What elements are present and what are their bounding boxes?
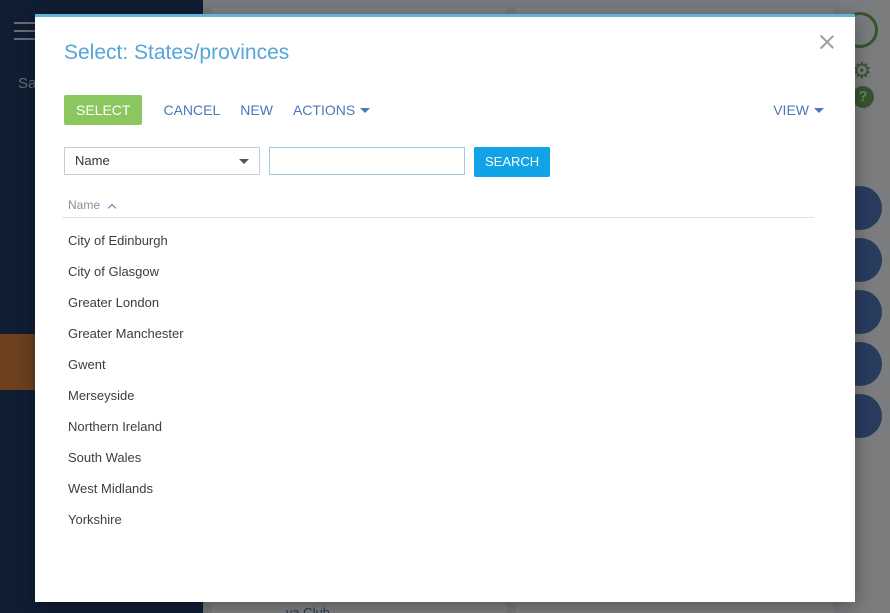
view-menu[interactable]: VIEW	[773, 95, 824, 125]
view-label: VIEW	[773, 102, 809, 118]
list-item[interactable]: Yorkshire	[68, 504, 184, 535]
sort-ascending-icon	[107, 203, 117, 213]
list-item[interactable]: City of Edinburgh	[68, 225, 184, 256]
dialog-toolbar: SELECT CANCEL NEW ACTIONS	[64, 95, 371, 125]
list-item[interactable]: Gwent	[68, 349, 184, 380]
list-item[interactable]: Merseyside	[68, 380, 184, 411]
new-button[interactable]: NEW	[240, 95, 273, 125]
actions-label: ACTIONS	[292, 102, 356, 118]
dialog-title: Select: States/provinces	[64, 41, 290, 64]
list-item[interactable]: Northern Ireland	[68, 411, 184, 442]
cancel-button[interactable]: CANCEL	[163, 95, 220, 125]
list-item[interactable]: South Wales	[68, 442, 184, 473]
list-item[interactable]: West Midlands	[68, 473, 184, 504]
list-item[interactable]: Greater Manchester	[68, 318, 184, 349]
list-item[interactable]: Greater London	[68, 287, 184, 318]
list-item[interactable]: City of Glasgow	[68, 256, 184, 287]
column-header-name[interactable]: Name	[68, 198, 117, 213]
select-button[interactable]: SELECT	[64, 95, 143, 125]
results-list: City of Edinburgh City of Glasgow Greate…	[68, 225, 184, 535]
dropdown-arrow-icon	[239, 159, 249, 164]
header-divider	[62, 217, 814, 218]
search-button[interactable]: SEARCH	[474, 147, 551, 177]
filter-field-value: Name	[75, 153, 110, 168]
close-icon[interactable]	[819, 34, 835, 50]
select-dialog: Select: States/provinces SELECT CANCEL N…	[35, 14, 855, 602]
search-input[interactable]	[269, 147, 465, 175]
chevron-down-icon	[814, 108, 824, 113]
actions-menu[interactable]: ACTIONS	[292, 95, 371, 125]
filter-field-select[interactable]: Name	[64, 147, 260, 175]
chevron-down-icon	[360, 108, 371, 113]
column-header-label: Name	[68, 198, 101, 212]
